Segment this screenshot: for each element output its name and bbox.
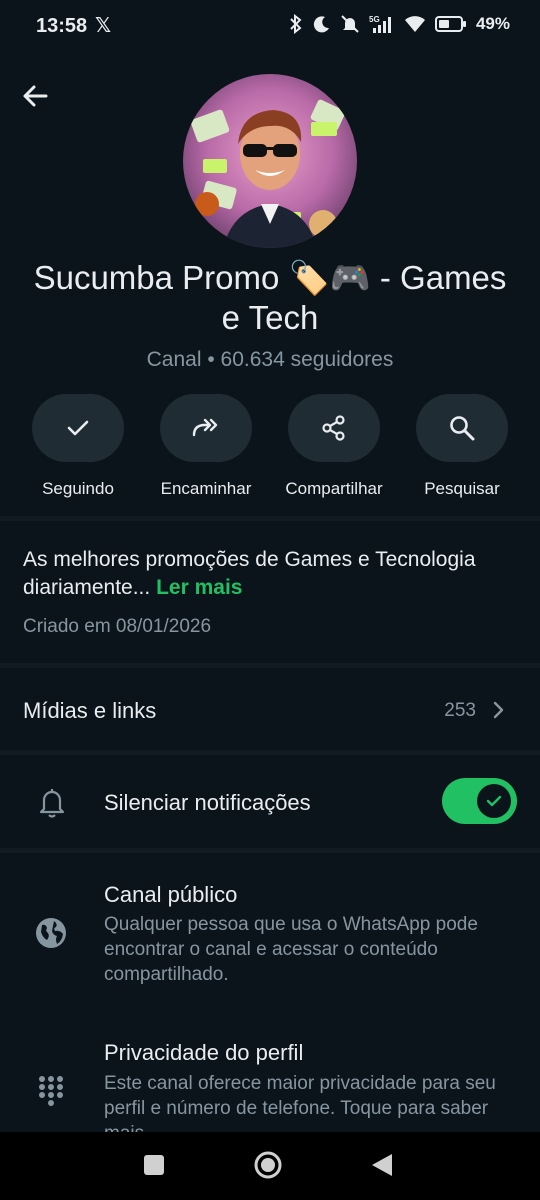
section-divider	[0, 750, 540, 755]
mute-notifications-label: Silenciar notificações	[104, 790, 311, 815]
channel-avatar[interactable]	[183, 74, 357, 248]
section-divider	[0, 663, 540, 668]
globe-icon	[36, 918, 66, 948]
bell-icon	[39, 789, 65, 818]
profile-privacy-row[interactable]: Privacidade do perfil Este canal oferece…	[0, 1020, 540, 1132]
home-circle-icon[interactable]	[253, 1150, 283, 1180]
moon-icon	[313, 16, 329, 33]
share-label: Compartilhar	[285, 479, 383, 498]
public-channel-title: Canal público	[104, 882, 238, 907]
read-more-link[interactable]: Ler mais	[156, 576, 242, 599]
description-text: As melhores promoções de Games e Tecnolo…	[23, 548, 476, 599]
channel-name-line2: e Tech	[221, 299, 319, 336]
signal-5g-icon: 5G	[369, 15, 391, 33]
action-bar: Seguindo Encaminhar Compartilhar Pesquis…	[14, 394, 526, 499]
svg-text:5G: 5G	[369, 15, 380, 24]
check-icon	[67, 420, 89, 436]
mute-toggle[interactable]	[442, 778, 517, 824]
battery-percent: 49%	[475, 14, 510, 33]
x-app-icon: 𝕏	[95, 15, 112, 37]
back-triangle-icon[interactable]	[370, 1152, 394, 1178]
public-channel-description: Qualquer pessoa que usa o WhatsApp pode …	[104, 914, 478, 985]
forward-icon	[192, 418, 218, 437]
share-action[interactable]: Compartilhar	[270, 394, 398, 499]
status-time: 13:58	[36, 15, 88, 37]
system-nav-bar	[0, 1132, 540, 1200]
chevron-right-icon	[493, 701, 504, 719]
mute-notifications-row[interactable]: Silenciar notificações	[0, 756, 540, 848]
created-date: Criado em 08/01/2026	[23, 616, 212, 637]
forward-button[interactable]	[160, 394, 252, 462]
bluetooth-icon	[290, 14, 302, 34]
media-links-row[interactable]: Mídias e links 253	[0, 670, 540, 750]
channel-name: Sucumba Promo 🏷️🎮 - Games e Tech	[0, 258, 540, 338]
toggle-knob	[477, 784, 511, 818]
search-button[interactable]	[416, 394, 508, 462]
channel-meta: Canal • 60.634 seguidores	[146, 348, 394, 371]
recents-square-icon[interactable]	[143, 1154, 165, 1176]
channel-name-line1: Sucumba Promo 🏷️🎮 - Games	[33, 259, 507, 296]
search-label: Pesquisar	[424, 479, 500, 498]
following-action[interactable]: Seguindo	[14, 394, 142, 499]
wifi-icon	[404, 16, 425, 32]
profile-privacy-description: Este canal oferece maior privacidade par…	[104, 1073, 496, 1132]
silent-bell-icon	[341, 15, 359, 33]
status-bar: 13:58 𝕏 5G 49%	[0, 0, 540, 56]
battery-icon	[434, 16, 466, 32]
following-button[interactable]	[32, 394, 124, 462]
share-button[interactable]	[288, 394, 380, 462]
channel-description: As melhores promoções de Games e Tecnolo…	[23, 546, 503, 602]
search-icon	[450, 416, 475, 441]
public-channel-row[interactable]: Canal público Qualquer pessoa que usa o …	[0, 860, 540, 1000]
section-divider	[0, 848, 540, 853]
dialpad-icon	[39, 1076, 63, 1106]
forward-label: Encaminhar	[160, 479, 252, 498]
back-arrow-icon[interactable]	[20, 80, 52, 112]
section-divider	[0, 516, 540, 521]
following-label: Seguindo	[42, 479, 114, 498]
media-links-count: 253	[444, 700, 476, 721]
search-action[interactable]: Pesquisar	[398, 394, 526, 499]
check-icon	[486, 795, 502, 807]
status-icons: 5G 49%	[288, 14, 510, 34]
profile-privacy-title: Privacidade do perfil	[104, 1040, 304, 1065]
share-icon	[322, 415, 345, 441]
forward-action[interactable]: Encaminhar	[142, 394, 270, 499]
media-links-label: Mídias e links	[23, 698, 157, 723]
